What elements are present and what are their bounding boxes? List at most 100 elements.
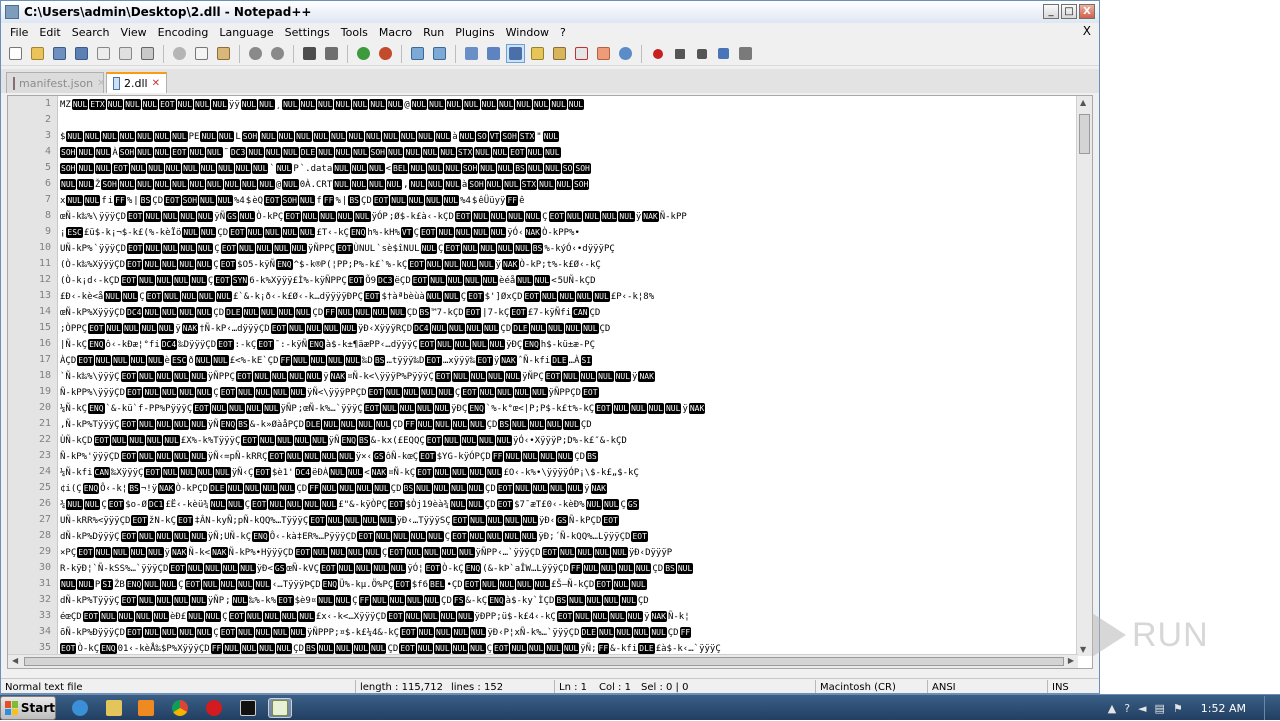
editor-line[interactable]: ¼Ñ-kfi CAN ‰XÿÿÿÇ EOT NUL NUL NUL NUL ÿÑ‹Ç EOT $è1… bbox=[60, 466, 640, 482]
editor-line[interactable]: (Ò-k¡d‹-kÇD EOT NUL NUL NUL NUL Ç EOT SYN 6-k%Xÿÿ… bbox=[60, 274, 597, 290]
save-button[interactable] bbox=[50, 44, 69, 63]
help-icon[interactable]: ? bbox=[1124, 702, 1130, 715]
vertical-scrollbar[interactable]: ▲ ▼ bbox=[1076, 96, 1092, 656]
editor-line[interactable]: Ñ-kPP%\ÿÿÿÇD EOT NUL NUL NUL NUL Ç EOT NUL NUL NUL… bbox=[60, 386, 600, 402]
editor-line[interactable]: dÑ-kP%DÿÿÿÇ EOT NUL NUL NUL NUL ÿÑ;UÑ-kÇ ENQ Ô‹-… bbox=[60, 530, 649, 546]
menu-help[interactable]: ? bbox=[555, 26, 572, 39]
print-button[interactable] bbox=[138, 44, 157, 63]
taskbar-explorer[interactable] bbox=[102, 698, 126, 718]
zoom-in-button[interactable] bbox=[354, 44, 373, 63]
find-button[interactable] bbox=[300, 44, 319, 63]
editor-text-area[interactable]: MZ NUL ETX NUL NUL NUL EOT NUL NUL NUL ÿÿ NUL NUL ¸ NU… bbox=[59, 96, 1078, 656]
network-icon[interactable]: ▤ bbox=[1155, 702, 1165, 715]
menu-run[interactable]: Run bbox=[418, 26, 450, 39]
status-insert-mode[interactable]: INS bbox=[1047, 680, 1097, 693]
close-window-button[interactable]: X bbox=[1079, 4, 1095, 19]
editor-line[interactable]: ÀÇD EOT NUL NUL NUL NUL è ESC ð NUL NUL £<%-kE`ÇD FF… bbox=[60, 354, 593, 370]
editor-line[interactable]: éœÇD EOT NUL NUL NUL NUL èÐ£ NUL NUL Ç EOT NUL NUL NU… bbox=[60, 610, 691, 626]
menu-file[interactable]: File bbox=[5, 26, 34, 39]
editor-line[interactable]: œÑ-kP%XÿÿÿÇD DC4 NUL NUL NUL NUL ÇD DLE NUL NUL NU… bbox=[60, 306, 601, 322]
show-desktop-button[interactable] bbox=[1264, 696, 1272, 720]
horizontal-scroll-thumb[interactable] bbox=[24, 657, 1064, 666]
editor-line[interactable]: ÙÑ-kÇD EOT NUL NUL NUL NUL £X%-k%TÿÿÿÇ EOT NUL NU… bbox=[60, 434, 628, 450]
editor-line[interactable]: R-kÿÐ¦`Ñ-kSS%…`ÿÿÿÇD EOT NUL NUL NUL NUL ÿÐ< GS… bbox=[60, 562, 694, 578]
scroll-left-arrow-icon[interactable]: ◀ bbox=[12, 656, 18, 665]
copy-button[interactable] bbox=[192, 44, 211, 63]
scroll-right-arrow-icon[interactable]: ▶ bbox=[1068, 656, 1074, 665]
editor-line[interactable]: õÑ-kP%ÐÿÿÿÇD EOT NUL NUL NUL NUL Ç EOT NUL NUL NUL… bbox=[60, 626, 692, 642]
editor-line[interactable]: $ NUL NUL NUL NUL NUL NUL NUL PE NUL NUL L SOH NUL NU… bbox=[60, 130, 560, 146]
maximize-button[interactable]: □ bbox=[1061, 4, 1077, 19]
taskbar-opera[interactable] bbox=[202, 698, 226, 718]
editor-line[interactable]: ;ÒPPÇ EOT NUL NUL NUL NUL ÿ NAK †Ñ-kP‹…dÿÿÿÇD EOT… bbox=[60, 322, 611, 338]
tab-close-icon[interactable]: ✕ bbox=[97, 78, 105, 89]
taskbar-notepad-plus-plus[interactable] bbox=[268, 698, 292, 718]
undo-button[interactable] bbox=[246, 44, 265, 63]
status-encoding[interactable]: ANSI bbox=[927, 680, 1045, 693]
new-file-button[interactable] bbox=[6, 44, 25, 63]
sync-vertical-button[interactable] bbox=[408, 44, 427, 63]
show-hidden-icons-icon[interactable]: ▲ bbox=[1108, 702, 1116, 715]
paste-button[interactable] bbox=[214, 44, 233, 63]
user-defined-language-button[interactable] bbox=[528, 44, 547, 63]
play-macro-button[interactable] bbox=[692, 44, 711, 63]
tab-close-icon[interactable]: ✕ bbox=[152, 78, 160, 89]
close-all-button[interactable] bbox=[116, 44, 135, 63]
editor-line[interactable]: NUL NUL Ž SOH NUL NUL NUL NUL NUL NUL NUL NUL NUL @ NU… bbox=[60, 178, 590, 194]
menu-encoding[interactable]: Encoding bbox=[153, 26, 215, 39]
close-document-button[interactable]: X bbox=[1083, 24, 1091, 38]
scroll-down-arrow-icon[interactable]: ▼ bbox=[1080, 645, 1086, 654]
editor-line[interactable]: `Ñ-k‰%\ÿÿÿÇ EOT NUL NUL NUL NUL ÿÑPPÇ EOT NUL NUL… bbox=[60, 370, 656, 386]
tab-manifest-json[interactable]: manifest.json ✕ bbox=[6, 72, 106, 93]
scroll-up-arrow-icon[interactable]: ▲ bbox=[1080, 98, 1086, 107]
editor-line[interactable]: ×PÇ EOT NUL NUL NUL NUL ÿ NAK Ñ-k< NAK Ñ-kP%•HÿÿÿÇ… bbox=[60, 546, 673, 562]
run-macro-multiple-button[interactable] bbox=[714, 44, 733, 63]
editor-line[interactable]: £Ð‹-kè<å NUL NUL Ç EOT NUL NUL NUL NUL £`&-k¡ð‹-k… bbox=[60, 290, 655, 306]
menu-macro[interactable]: Macro bbox=[374, 26, 418, 39]
record-macro-button[interactable] bbox=[648, 44, 667, 63]
close-file-button[interactable] bbox=[94, 44, 113, 63]
clock[interactable]: 1:52 AM bbox=[1201, 702, 1246, 715]
editor-line[interactable]: dÑ-kP%TÿÿÿÇ EOT NUL NUL NUL NUL ÿÑP; NUL ‰%-k% EO… bbox=[60, 594, 650, 610]
editor-line[interactable]: (Ò-k‰%XÿÿÿÇD EOT NUL NUL NUL NUL Ç EOT $O5-kÿÑ EN… bbox=[60, 258, 602, 274]
redo-button[interactable] bbox=[268, 44, 287, 63]
monitoring-button[interactable] bbox=[616, 44, 635, 63]
folder-as-workspace-button[interactable] bbox=[594, 44, 613, 63]
document-map-button[interactable] bbox=[550, 44, 569, 63]
taskbar-cmd[interactable] bbox=[236, 698, 260, 718]
sync-horizontal-button[interactable] bbox=[430, 44, 449, 63]
tab-2-dll[interactable]: 2.dll ✕ bbox=[106, 72, 167, 93]
volume-icon[interactable]: ◄ bbox=[1138, 702, 1146, 715]
editor-line[interactable]: MZ NUL ETX NUL NUL NUL EOT NUL NUL NUL ÿÿ NUL NUL ¸ NU… bbox=[60, 98, 585, 114]
editor-line[interactable]: UÑ-kRR%<ÿÿÿÇD EOT žN-kÇ EOT ‡ÂN-kyÑ;pÑ-kQQ%…… bbox=[60, 514, 620, 530]
editor-line[interactable]: Ñ-kP%'ÿÿÿÇD EOT NUL NUL NUL NUL ÿÑ‹=pÑ-kRRÇ EOT… bbox=[60, 450, 599, 466]
function-list-button[interactable] bbox=[572, 44, 591, 63]
open-file-button[interactable] bbox=[28, 44, 47, 63]
editor-line[interactable]: SOH NUL NUL EOT NUL NUL NUL NUL NUL NUL NUL NUL ` NUL… bbox=[60, 162, 592, 178]
menu-window[interactable]: Window bbox=[501, 26, 555, 39]
menu-settings[interactable]: Settings bbox=[280, 26, 336, 39]
editor-line[interactable]: ,Ñ-kP%TÿÿÿÇ EOT NUL NUL NUL NUL ÿÑ ENQ BS &-k»Øàå… bbox=[60, 418, 593, 434]
menu-plugins[interactable]: Plugins bbox=[450, 26, 500, 39]
zoom-out-button[interactable] bbox=[376, 44, 395, 63]
window-titlebar[interactable]: C:\Users\admin\Desktop\2.dll - Notepad++… bbox=[1, 1, 1099, 23]
horizontal-scrollbar[interactable]: ◀ ▶ bbox=[8, 654, 1078, 668]
show-all-chars-button[interactable] bbox=[484, 44, 503, 63]
editor-line[interactable]: |Ñ-kÇ ENQ ô‹-kÐæ¦°fi DC4 ‰DÿÿÿÇD EOT:-kÇ EOT ¯:… bbox=[60, 338, 596, 354]
vertical-scroll-thumb[interactable] bbox=[1079, 114, 1090, 154]
word-wrap-button[interactable] bbox=[462, 44, 481, 63]
editor-line[interactable]: SOH NUL NUL À SOH NUL NUL EOT NUL NUL ˜ DC3 NUL NUL NU… bbox=[60, 146, 562, 162]
text-editor[interactable]: 1 2 3 4 5 6 7 8 9 10 11 12 13 14 15 16 17 18 19 20 21 22 23 24 2… bbox=[7, 95, 1093, 669]
editor-line[interactable]: UÑ-kP%`ÿÿÿÇD EOT NUL NUL NUL NUL Ç EOT NUL NUL NUL… bbox=[60, 242, 616, 258]
action-center-flag-icon[interactable]: ⚑ bbox=[1173, 702, 1183, 715]
menu-view[interactable]: View bbox=[116, 26, 153, 39]
replace-button[interactable] bbox=[322, 44, 341, 63]
menu-edit[interactable]: Edit bbox=[34, 26, 66, 39]
indent-guide-button[interactable] bbox=[506, 44, 525, 63]
status-eol-format[interactable]: Macintosh (CR) bbox=[815, 680, 925, 693]
taskbar-internet-explorer[interactable] bbox=[68, 698, 92, 718]
stop-macro-button[interactable] bbox=[670, 44, 689, 63]
editor-line[interactable]: ¡ ESC £ü$-k¡¬$-k£(%-kèÏö NUL NUL ÇD EOT NUL NUL N… bbox=[60, 226, 581, 242]
menu-search[interactable]: Search bbox=[67, 26, 116, 39]
menu-tools[interactable]: Tools bbox=[336, 26, 374, 39]
